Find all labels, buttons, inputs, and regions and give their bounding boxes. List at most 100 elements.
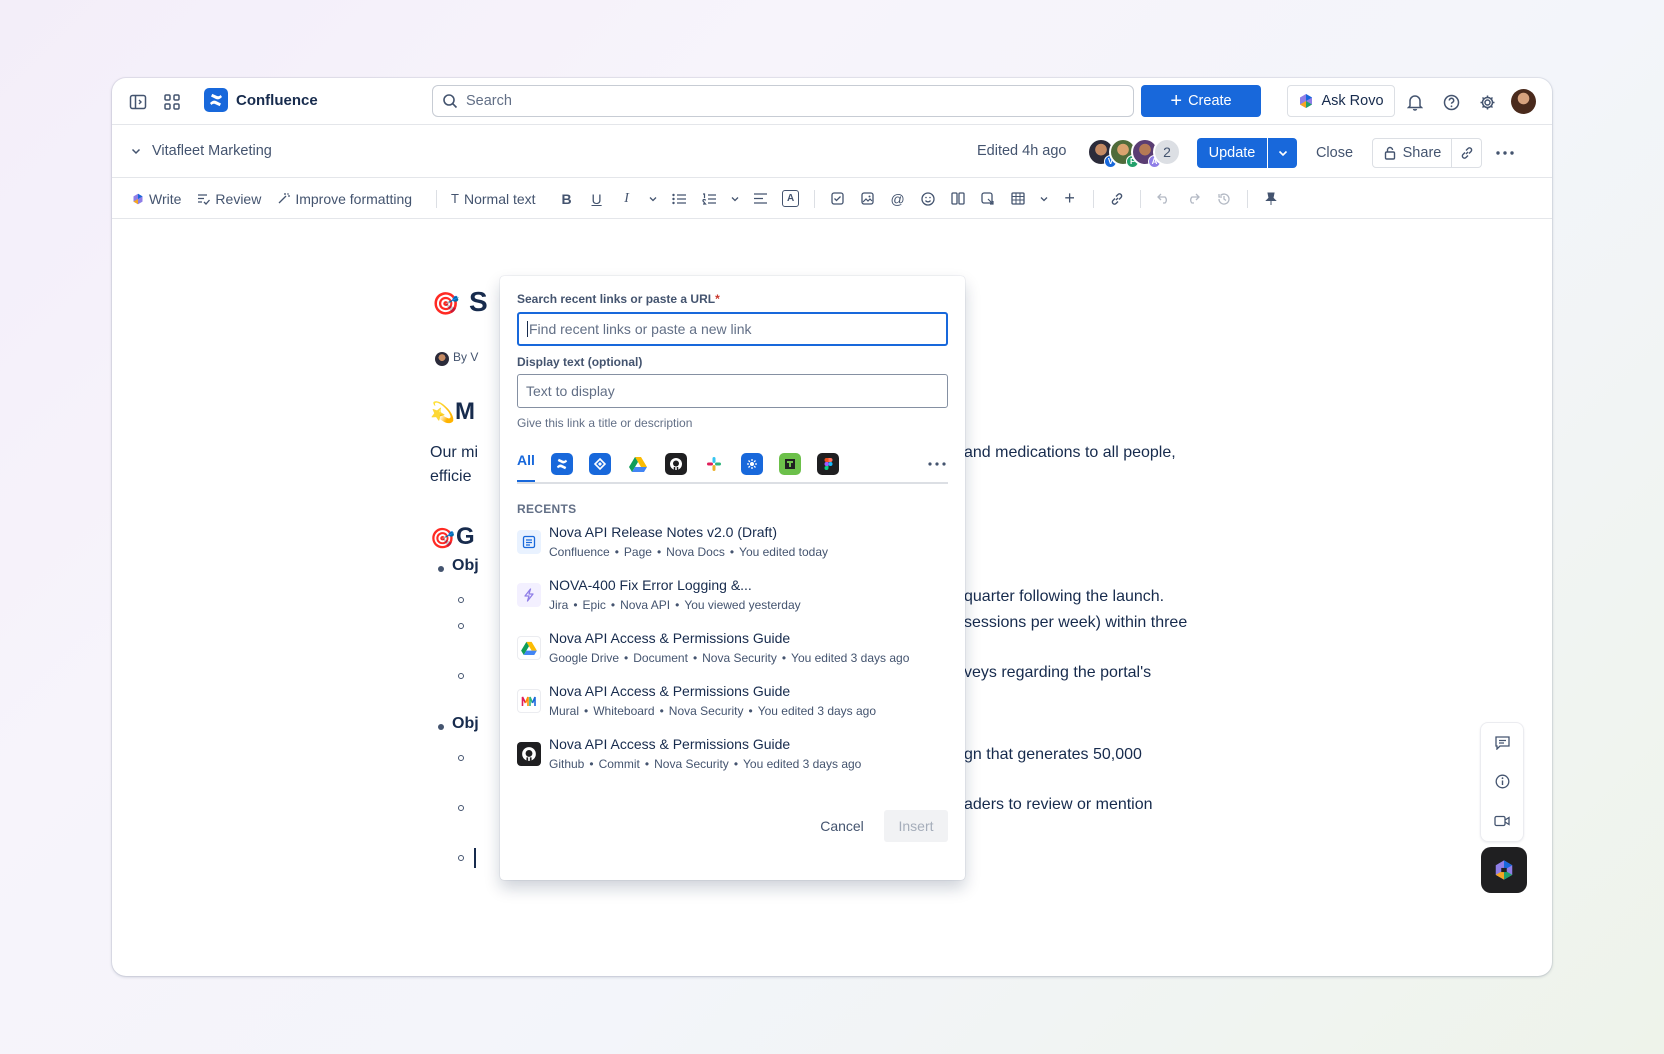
- text-color-icon[interactable]: A: [776, 185, 806, 213]
- write-button[interactable]: Write: [132, 191, 181, 207]
- link-icon[interactable]: [1102, 185, 1132, 213]
- underline-icon[interactable]: U: [582, 185, 612, 213]
- settings-gear-icon[interactable]: [1474, 89, 1500, 115]
- align-left-icon[interactable]: [746, 185, 776, 213]
- redo-icon[interactable]: [1179, 185, 1209, 213]
- info-icon[interactable]: [1488, 768, 1516, 796]
- magic-wand-icon: [278, 193, 291, 204]
- display-text-input[interactable]: Text to display: [517, 374, 948, 408]
- heading1-emoji: 💫: [430, 402, 455, 424]
- rovo-icon: [133, 193, 143, 204]
- objective-2-item-1[interactable]: gn that generates 50,000: [964, 746, 1142, 764]
- smartsheet-tab-icon[interactable]: [779, 453, 801, 475]
- bullet-list-icon[interactable]: [664, 185, 694, 213]
- display-text-helper: Give this link a title or description: [517, 416, 693, 430]
- confluence-tab-icon[interactable]: [551, 453, 573, 475]
- help-icon[interactable]: [1438, 89, 1464, 115]
- insert-button[interactable]: Insert: [884, 810, 948, 842]
- display-text-label: Display text (optional): [517, 355, 643, 369]
- mural-icon: [517, 689, 541, 713]
- numbered-list-icon[interactable]: [694, 185, 724, 213]
- objective-1[interactable]: Obj: [452, 557, 479, 575]
- update-options-button[interactable]: [1268, 138, 1297, 168]
- recent-link-item[interactable]: Nova API Release Notes v2.0 (Draft) Conf…: [517, 520, 948, 572]
- table-options-chevron-icon[interactable]: [1033, 185, 1055, 213]
- mention-icon[interactable]: @: [883, 185, 913, 213]
- app-name: Confluence: [236, 91, 318, 109]
- byline-avatar: [435, 352, 449, 366]
- rovo-chat-button[interactable]: [1481, 847, 1527, 893]
- search-input[interactable]: Search: [432, 85, 1134, 117]
- italic-icon[interactable]: I: [612, 185, 642, 213]
- create-button[interactable]: + Create: [1141, 85, 1261, 117]
- list-options-chevron-icon[interactable]: [724, 185, 746, 213]
- comments-icon[interactable]: [1488, 729, 1516, 757]
- objective-2[interactable]: Obj: [452, 715, 479, 733]
- user-avatar[interactable]: [1511, 89, 1536, 114]
- space-breadcrumb[interactable]: Vitafleet Marketing: [130, 143, 272, 159]
- heading-mission[interactable]: M: [455, 398, 475, 426]
- url-search-input[interactable]: Find recent links or paste a new link: [517, 312, 948, 346]
- app-switcher-icon[interactable]: [160, 90, 184, 114]
- collaborator-count[interactable]: 2: [1153, 138, 1181, 166]
- collaborator-avatars[interactable]: V F A 2: [1087, 138, 1181, 168]
- github-tab-icon[interactable]: [665, 453, 687, 475]
- chevron-down-icon: [131, 148, 141, 155]
- share-button[interactable]: Share: [1372, 138, 1452, 168]
- table-icon[interactable]: [1003, 185, 1033, 213]
- share-label: Share: [1402, 145, 1442, 161]
- atlassian-tab-icon[interactable]: [741, 453, 763, 475]
- jira-tab-icon[interactable]: [589, 453, 611, 475]
- objective-2-item-2[interactable]: aders to review or mention: [964, 796, 1153, 814]
- slack-tab-icon[interactable]: [703, 453, 725, 475]
- confluence-logo[interactable]: Confluence: [204, 88, 318, 112]
- review-button[interactable]: Review: [197, 191, 261, 207]
- edited-status: Edited 4h ago: [977, 143, 1067, 159]
- history-icon[interactable]: [1209, 185, 1239, 213]
- bold-icon[interactable]: B: [552, 185, 582, 213]
- insert-element-icon[interactable]: [973, 185, 1003, 213]
- layout-icon[interactable]: [943, 185, 973, 213]
- input-caret: [527, 321, 528, 337]
- more-formatting-chevron-icon[interactable]: [642, 185, 664, 213]
- insert-plus-icon[interactable]: +: [1055, 185, 1085, 213]
- recent-link-item[interactable]: Nova API Access & Permissions Guide Mura…: [517, 679, 948, 731]
- more-sources-icon[interactable]: [928, 454, 946, 466]
- cancel-button[interactable]: Cancel: [812, 810, 872, 842]
- right-side-panel: [1480, 722, 1524, 842]
- recent-link-meta: Confluence • Page • Nova Docs • You edited tod…: [549, 545, 829, 559]
- video-icon[interactable]: [1488, 807, 1516, 835]
- text-cursor: [474, 848, 476, 868]
- sidebar-toggle-icon[interactable]: [126, 90, 150, 114]
- image-icon[interactable]: [853, 185, 883, 213]
- close-button[interactable]: Close: [1307, 138, 1362, 168]
- recent-link-item[interactable]: Nova API Access & Permissions Guide Goog…: [517, 626, 948, 678]
- mission-text-right[interactable]: and medications to all people,: [964, 444, 1176, 462]
- create-label: Create: [1188, 93, 1232, 109]
- text-style-dropdown[interactable]: T Normal text: [451, 191, 536, 207]
- more-options-icon[interactable]: [1492, 141, 1518, 165]
- page-title[interactable]: S: [469, 286, 488, 318]
- update-button[interactable]: Update: [1197, 138, 1267, 168]
- recent-link-title: Nova API Access & Permissions Guide: [549, 630, 791, 646]
- objective-1-item-2[interactable]: sessions per week) within three: [964, 614, 1187, 632]
- heading-goals[interactable]: G: [456, 523, 475, 551]
- text-style-icon: T: [451, 191, 459, 206]
- recent-link-item[interactable]: NOVA-400 Fix Error Logging &... Jira • Epi…: [517, 573, 948, 625]
- emoji-icon[interactable]: [913, 185, 943, 213]
- action-item-icon[interactable]: [823, 185, 853, 213]
- objective-1-item-3[interactable]: veys regarding the portal's: [964, 664, 1151, 682]
- recent-link-item[interactable]: Nova API Access & Permissions Guide Gith…: [517, 732, 948, 784]
- copy-link-button[interactable]: [1452, 138, 1482, 168]
- mission-text-line2[interactable]: efficie: [430, 468, 472, 486]
- mission-text-left[interactable]: Our mi: [430, 444, 478, 462]
- tab-all[interactable]: All: [517, 452, 535, 468]
- pin-toolbar-icon[interactable]: [1256, 185, 1286, 213]
- objective-1-item-1[interactable]: quarter following the launch.: [964, 588, 1164, 606]
- improve-formatting-button[interactable]: Improve formatting: [277, 191, 412, 207]
- notifications-icon[interactable]: [1402, 89, 1428, 115]
- undo-icon[interactable]: [1149, 185, 1179, 213]
- figma-tab-icon[interactable]: [817, 453, 839, 475]
- ask-rovo-button[interactable]: Ask Rovo: [1287, 85, 1395, 117]
- google-drive-tab-icon[interactable]: [627, 453, 649, 475]
